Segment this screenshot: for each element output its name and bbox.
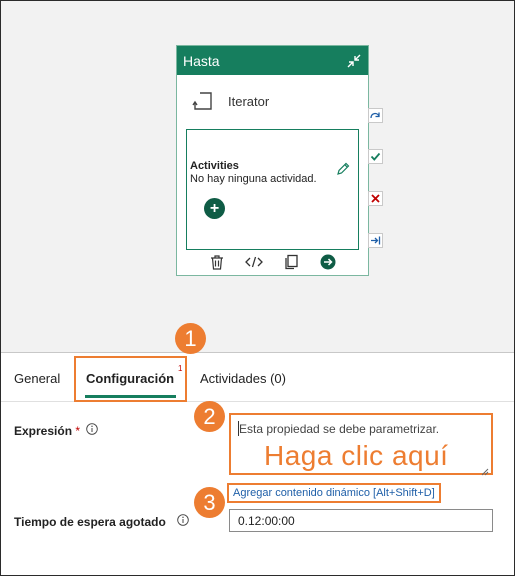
edit-pencil-icon[interactable]	[335, 161, 351, 177]
card-toolbar	[177, 251, 368, 273]
timeout-input[interactable]: 0.12:00:00	[229, 509, 493, 532]
arrow-right-circle-icon[interactable]	[319, 253, 337, 271]
info-icon[interactable]	[86, 422, 98, 435]
window: Hasta Iterator Activities No hay ninguna…	[0, 0, 515, 576]
expression-label: Expresión *	[14, 424, 80, 438]
properties-tabs: General Configuración 1 Actividades (0)	[1, 354, 514, 402]
iterator-icon	[192, 90, 214, 112]
tab-general[interactable]: General	[14, 371, 60, 386]
callout-step-1: 1	[175, 323, 206, 354]
tab-actividades[interactable]: Actividades (0)	[200, 371, 286, 386]
delete-icon[interactable]	[208, 253, 226, 271]
copy-icon[interactable]	[282, 253, 300, 271]
required-marker: *	[75, 424, 81, 438]
until-activity-card[interactable]: Hasta Iterator Activities No hay ninguna…	[176, 45, 369, 276]
expression-textarea[interactable]: Esta propiedad se debe parametrizar. Hag…	[229, 413, 493, 476]
resize-grip-icon[interactable]	[481, 463, 489, 476]
collapse-arrows-icon[interactable]	[346, 53, 362, 69]
add-dynamic-content-link[interactable]: Agregar contenido dinámico [Alt+Shift+D]	[227, 483, 441, 503]
card-header: Hasta	[177, 46, 368, 75]
iterator-row: Iterator	[192, 90, 269, 112]
code-icon[interactable]	[245, 253, 264, 271]
iterator-label: Iterator	[228, 93, 270, 109]
expression-placeholder: Esta propiedad se debe parametrizar.	[239, 422, 440, 436]
activities-title: Activities	[190, 160, 239, 172]
card-title: Hasta	[183, 52, 220, 69]
skip-icon[interactable]	[368, 108, 383, 123]
activities-container[interactable]: Activities No hay ninguna actividad. +	[186, 129, 359, 250]
pipeline-canvas[interactable]: Hasta Iterator Activities No hay ninguna…	[1, 1, 514, 353]
completion-icon[interactable]	[368, 233, 383, 248]
callout-step-3: 3	[194, 487, 225, 518]
timeout-label: Tiempo de espera agotado	[14, 515, 166, 529]
callout-highlight-tab	[74, 356, 187, 402]
activities-empty-text: No hay ninguna actividad.	[190, 173, 317, 185]
timeout-info-icon[interactable]	[177, 513, 189, 526]
add-activity-button[interactable]: +	[204, 198, 225, 219]
expression-label-text: Expresión	[14, 424, 73, 438]
callout-step-2: 2	[194, 401, 225, 432]
click-here-overlay: Haga clic aquí	[264, 440, 449, 471]
success-icon[interactable]	[368, 149, 383, 164]
failure-icon[interactable]	[368, 191, 383, 206]
